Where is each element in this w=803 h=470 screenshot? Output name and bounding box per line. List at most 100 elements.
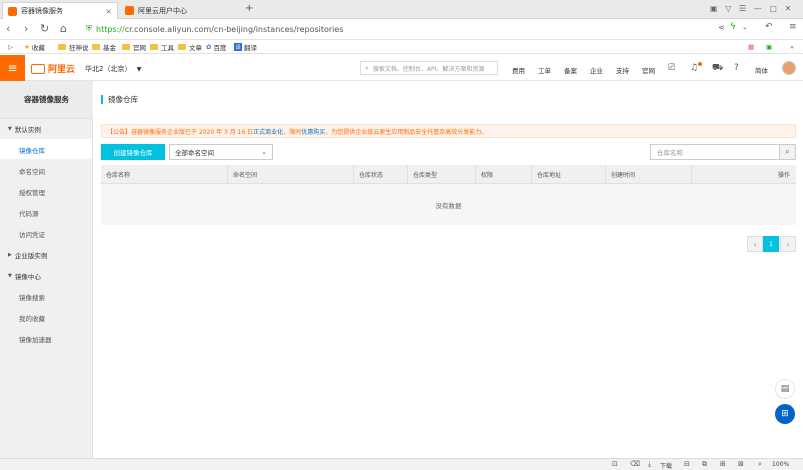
status-icon[interactable]: ⧉ — [702, 460, 707, 469]
lightning-icon[interactable]: ϟ — [730, 22, 736, 32]
column-header: 权限 — [475, 165, 531, 184]
caret-right-icon: ▶ — [8, 252, 12, 258]
header-link-icp[interactable]: 备案 — [564, 65, 577, 75]
sidebar-title: 容器镜像服务 — [0, 81, 93, 119]
header-link-billing[interactable]: 费用 — [512, 65, 525, 75]
home-icon[interactable]: ⌂ — [60, 22, 67, 36]
status-icon[interactable]: ⌫ — [630, 460, 640, 468]
sidebar-item-credentials[interactable]: 访问凭证 — [19, 229, 45, 239]
tab-container-registry[interactable]: 容器镜像服务 × — [2, 2, 118, 19]
bookmark-gift-icon[interactable]: ▦ — [748, 42, 754, 52]
caret-down-icon: ▼ — [8, 273, 12, 279]
sidebar-item-favorites[interactable]: 我的收藏 — [19, 313, 45, 323]
main-content: 镜像仓库 【公告】容器镜像服务企业版已于 2020 年 3 月 16 日 正式商… — [93, 81, 803, 458]
folder-icon — [178, 44, 186, 50]
menu-icon[interactable]: ≡ — [789, 22, 797, 32]
bookmark-folder[interactable]: 狂神说 — [58, 42, 89, 52]
sidebar-item-image-search[interactable]: 镜像搜索 — [19, 292, 45, 302]
download-icon[interactable]: ⤓ — [648, 460, 651, 469]
extension-icon[interactable]: ▣ — [766, 42, 772, 52]
language-switch[interactable]: 简体 — [755, 65, 768, 75]
back-icon[interactable]: ‹ — [6, 22, 10, 36]
bookmark-baidu[interactable]: ✿ 百度 — [206, 42, 226, 52]
zoom-icon[interactable]: ⌕ — [758, 460, 762, 469]
header-link-website[interactable]: 官网 — [642, 65, 655, 75]
notice-text: ，限时 — [283, 128, 302, 136]
star-icon: ★ — [24, 43, 30, 51]
chat-icon[interactable]: ▤ — [775, 379, 795, 399]
sidebar-item-authorization[interactable]: 授权管理 — [19, 187, 45, 197]
aliyun-favicon-icon — [125, 6, 134, 15]
header-link-support[interactable]: 支持 — [616, 65, 629, 75]
apps-grid-icon[interactable]: ⊞ — [775, 404, 795, 424]
sidebar-group-default-instance[interactable]: ▼ 默认实例 — [8, 124, 41, 134]
header-link-tickets[interactable]: 工单 — [538, 65, 551, 75]
browser-tab-bar: 容器镜像服务 × 阿里云用户中心 + ▣ ▽ ☰ — ▢ ✕ — [0, 0, 803, 19]
close-tab-icon[interactable]: × — [105, 7, 112, 16]
folder-icon — [150, 44, 158, 50]
sidebar-item-accelerator[interactable]: 镜像加速器 — [19, 334, 52, 344]
page-title: 镜像仓库 — [101, 95, 138, 104]
notice-link-discount[interactable]: 优惠购买 — [301, 127, 325, 136]
forward-icon[interactable]: › — [24, 22, 28, 36]
search-icon[interactable]: ⌕ — [779, 145, 795, 159]
window-controls-icon[interactable]: ▣ ▽ ☰ — ▢ ✕ — [710, 4, 791, 13]
sidebar-toggle-icon[interactable]: ▷ — [8, 42, 13, 52]
header-link-enterprise[interactable]: 企业 — [590, 65, 603, 75]
sidebar-group-image-center[interactable]: ▼ 镜像中心 — [8, 271, 41, 281]
bookmark-translate[interactable]: 译翻译 — [234, 42, 257, 52]
column-header: 命名空间 — [227, 165, 353, 184]
bookmark-favorites[interactable]: ★ 收藏 — [24, 42, 45, 52]
avatar[interactable] — [782, 61, 796, 75]
help-icon[interactable]: ? — [734, 63, 739, 73]
cloud-shell-icon[interactable]: ⎚ — [668, 63, 675, 73]
browser-status-bar: ⊡ ⌫ ⤓ 下载 ⊟ ⧉ ⊞ ⊠ ⌕ 100% — [0, 458, 803, 470]
bookmark-folder[interactable]: 官网 — [122, 42, 146, 52]
create-repository-button[interactable]: 创建镜像仓库 — [101, 144, 165, 160]
translate-icon: 译 — [234, 43, 242, 51]
url-field[interactable]: ⛨ https:// cr.console.aliyun.com/cn-beij… — [86, 21, 706, 37]
notice-link-commercial[interactable]: 正式商业化 — [253, 127, 283, 136]
reload-icon[interactable]: ↻ — [40, 22, 49, 36]
bookmark-folder[interactable]: 工具 — [150, 42, 174, 52]
notification-dot — [698, 62, 702, 66]
pagination-prev-icon[interactable]: ‹ — [747, 236, 763, 252]
column-header: 仓库地址 — [531, 165, 605, 184]
cart-icon[interactable]: ⛟ — [712, 63, 723, 74]
zoom-level[interactable]: 100% — [772, 461, 789, 468]
repository-search-input[interactable]: 仓库名称 ⌕ — [650, 144, 796, 160]
bell-icon[interactable]: ♫ — [690, 63, 698, 73]
aliyun-favicon-icon — [8, 6, 17, 16]
chevron-down-icon[interactable]: ⌄ — [742, 23, 748, 31]
sidebar-item-repositories[interactable]: 镜像仓库 — [19, 145, 45, 155]
sidebar-group-enterprise-instance[interactable]: ▶ 企业版实例 — [8, 250, 47, 260]
sidebar-item-code-source[interactable]: 代码源 — [19, 208, 39, 218]
chevron-down-icon: ⌄ — [261, 148, 267, 156]
column-header: 仓库状态 — [353, 165, 407, 184]
status-icon[interactable]: ⊠ — [738, 460, 744, 468]
hamburger-menu-icon[interactable]: ≡ — [0, 55, 25, 81]
pagination-page-current[interactable]: 1 — [763, 236, 779, 252]
global-search-input[interactable]: ⌕ 搜索文档、控制台、API、解决方案和资源 — [360, 61, 498, 75]
status-icon[interactable]: ⊟ — [684, 460, 690, 468]
column-header: 创建时间 — [605, 165, 691, 184]
namespace-select[interactable]: 全部命名空间 ⌄ — [169, 144, 273, 160]
share-icon[interactable]: ⋖ — [718, 23, 725, 32]
column-header: 操作 — [691, 165, 796, 184]
search-icon: ⌕ — [365, 63, 369, 72]
new-tab-button[interactable]: + — [245, 3, 253, 14]
pagination-next-icon[interactable]: › — [780, 236, 796, 252]
download-label[interactable]: 下载 — [660, 461, 672, 470]
bookmark-folder[interactable]: 基金 — [92, 42, 116, 52]
bookmark-folder[interactable]: 文章 — [178, 42, 202, 52]
aliyun-logo[interactable]: 阿里云 — [31, 62, 75, 75]
table-empty-state: 没有数据 — [101, 184, 796, 225]
region-selector[interactable]: 华北2（北京） ▼ — [85, 64, 141, 74]
status-icon[interactable]: ⊞ — [720, 460, 726, 468]
undo-icon[interactable]: ↶ — [765, 22, 773, 32]
sidebar-item-namespaces[interactable]: 命名空间 — [19, 166, 45, 176]
more-icon[interactable]: » — [790, 42, 794, 52]
status-icon[interactable]: ⊡ — [612, 460, 618, 468]
tab-user-center[interactable]: 阿里云用户中心 — [120, 2, 238, 19]
aliyun-logo-icon — [31, 63, 45, 74]
